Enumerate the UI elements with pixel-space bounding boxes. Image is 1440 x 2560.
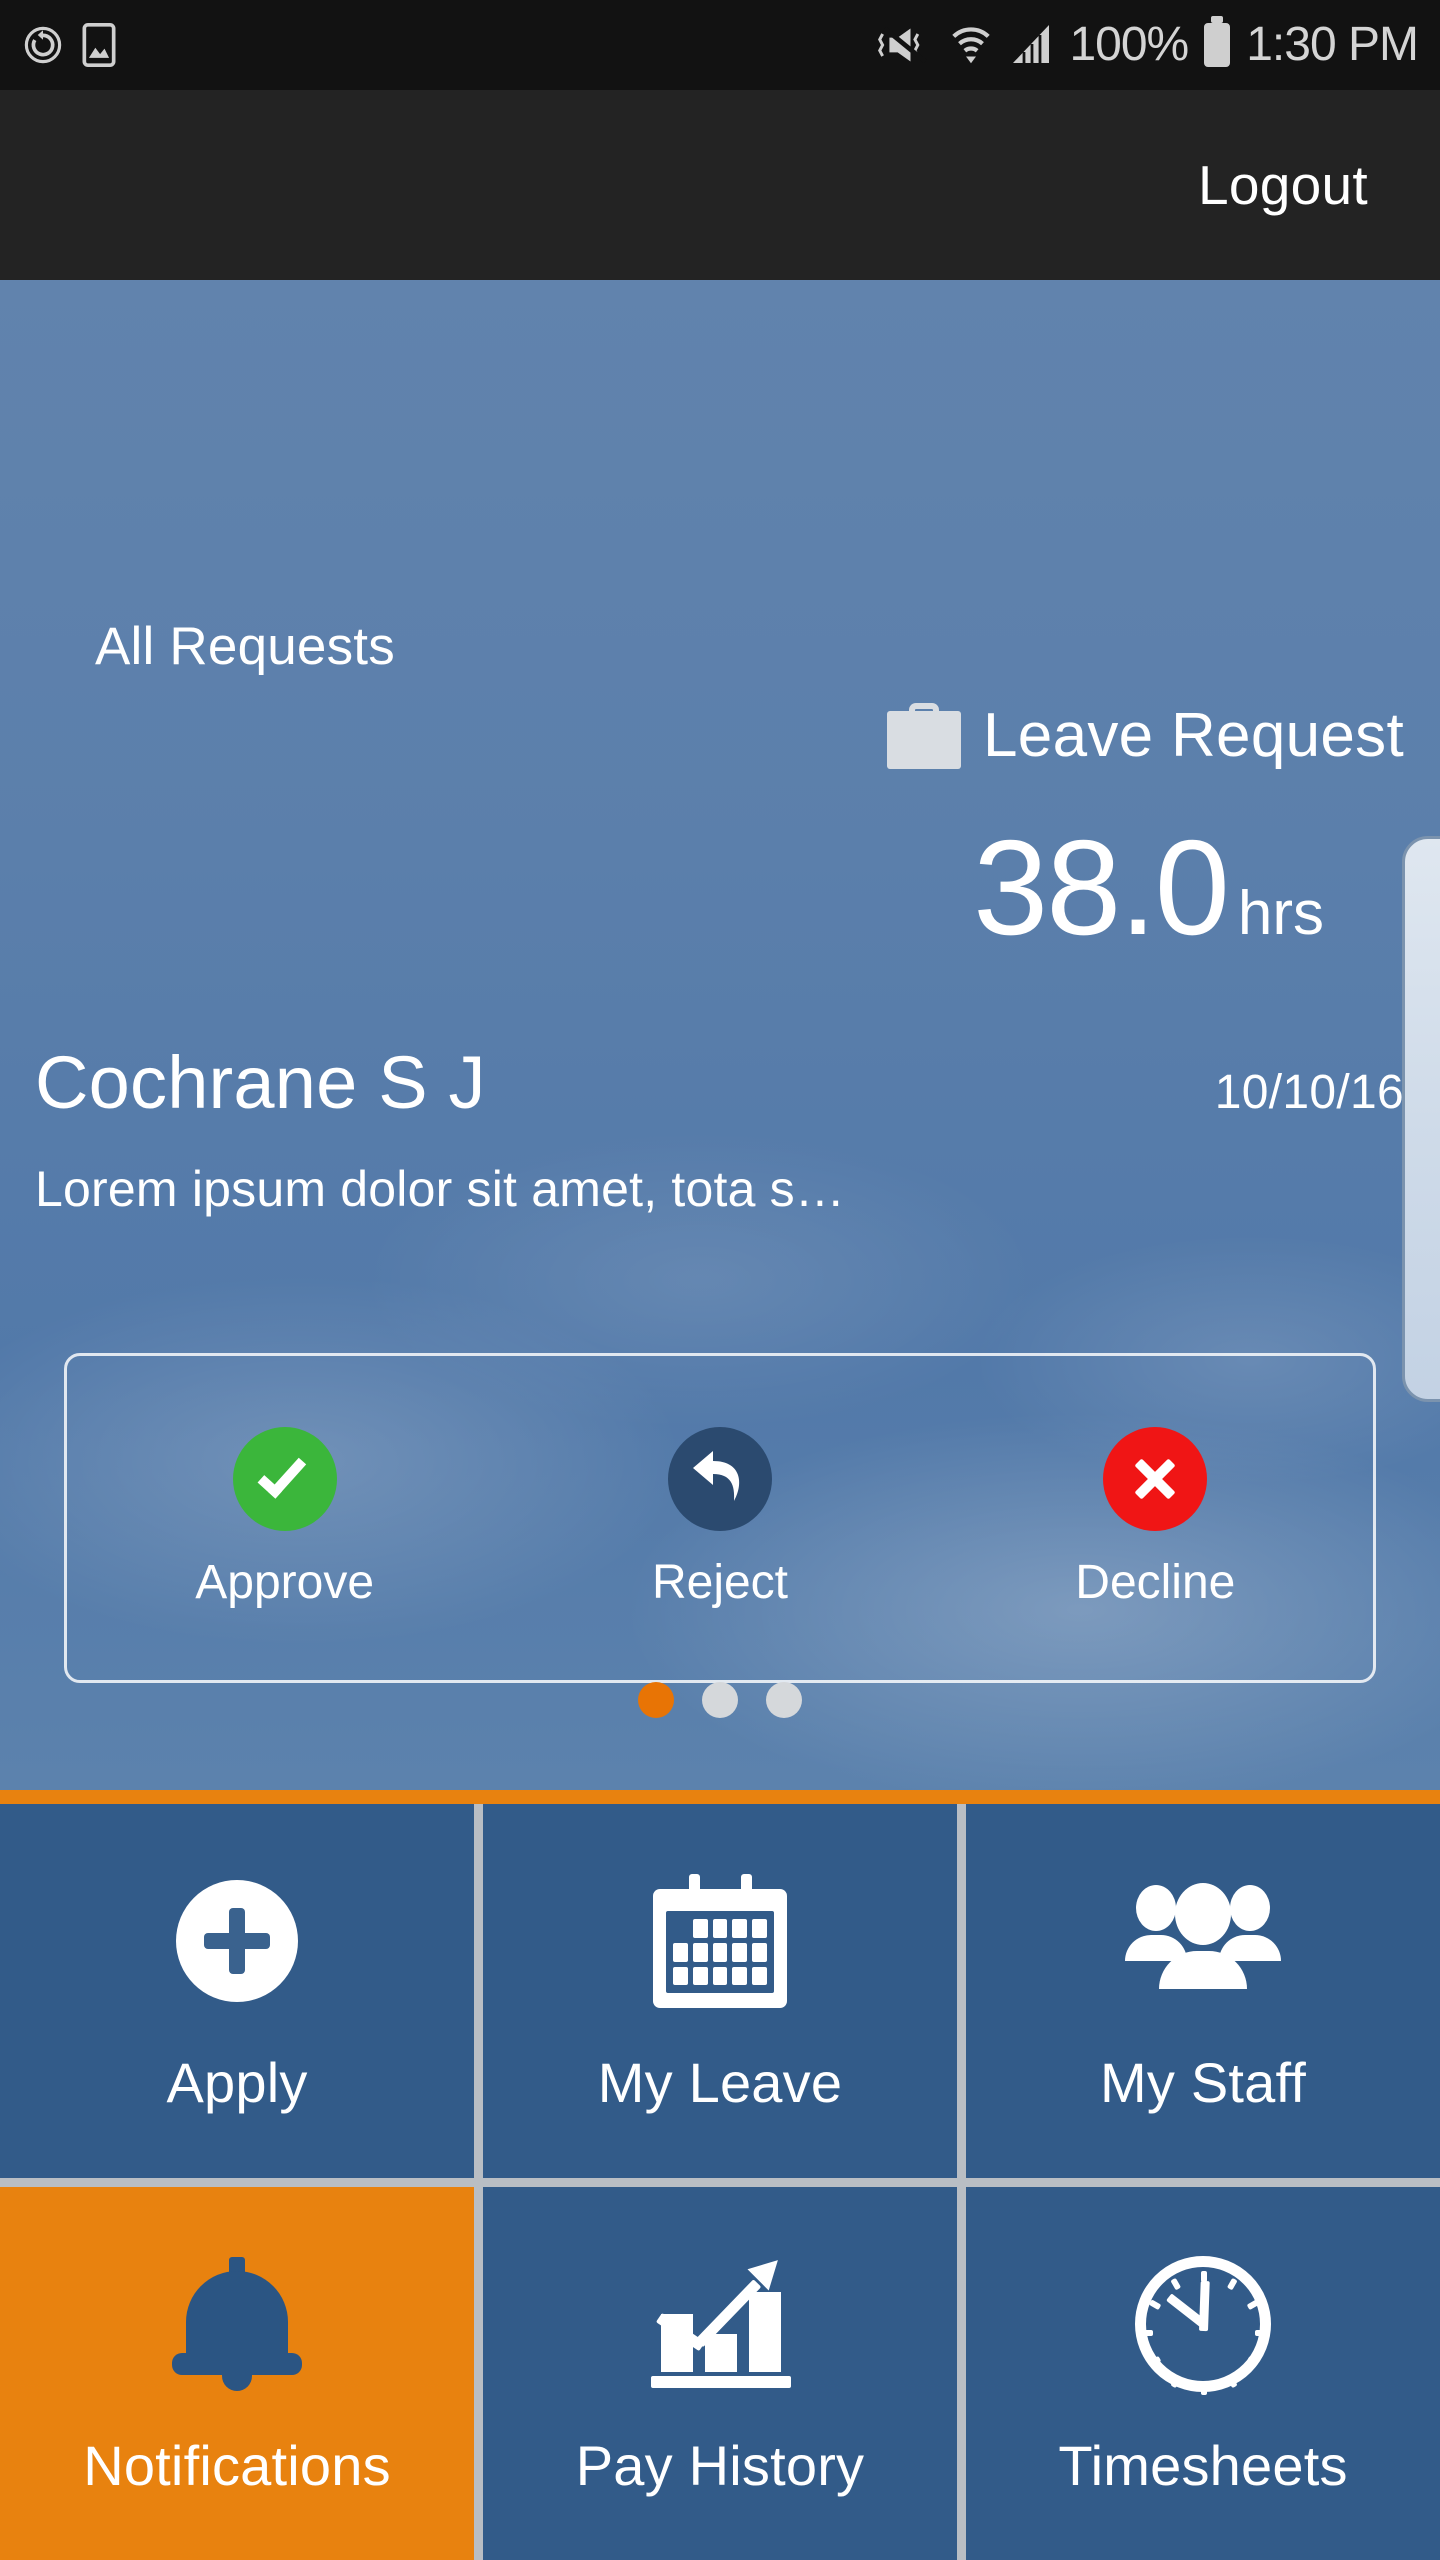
calendar-icon: [653, 1866, 787, 2016]
clock-tick: [1148, 2299, 1162, 2310]
clock-tick: [1148, 2355, 1162, 2367]
tile-notifications[interactable]: Notifications: [0, 2186, 474, 2560]
decline-button[interactable]: Decline: [938, 1426, 1373, 1610]
tile-timesheets[interactable]: Timesheets: [966, 2186, 1440, 2560]
pager-dot-1[interactable]: [638, 1682, 674, 1718]
tile-my-staff[interactable]: My Staff: [966, 1804, 1440, 2178]
reject-button[interactable]: Reject: [502, 1426, 937, 1610]
approve-label: Approve: [195, 1555, 375, 1609]
plus-circle-icon: [176, 1866, 298, 2016]
status-bar-right-icons: 100% 1:30 PM: [877, 18, 1419, 71]
reject-label: Reject: [651, 1555, 789, 1609]
status-bar: 100% 1:30 PM: [0, 0, 1440, 90]
clock-tick: [1170, 2277, 1182, 2291]
action-panel: Approve Reject Decline: [64, 1353, 1376, 1683]
battery-percent-label: 100%: [1069, 18, 1189, 71]
hours-row: 38.0 hrs: [0, 820, 1440, 955]
request-description: Lorem ipsum dolor sit amet, tota s…: [35, 1161, 846, 1217]
pager-dot-2[interactable]: [702, 1682, 738, 1718]
employee-row: Cochrane S J 10/10/16: [0, 1040, 1440, 1125]
battery-icon: [1204, 23, 1231, 67]
clock-label: 1:30 PM: [1246, 18, 1419, 71]
carousel-pager[interactable]: [0, 1682, 1440, 1718]
request-type-label: Leave Request: [983, 701, 1404, 770]
screenshot-icon: [82, 23, 116, 67]
menu-tile-grid: Apply My Leave My Staff Notifications Pa…: [0, 1790, 1440, 2560]
clock-tick: [1170, 2375, 1182, 2388]
clock-tick: [1226, 2375, 1238, 2388]
clock-tick: [1226, 2277, 1238, 2291]
tile-pay-history-label: Pay History: [575, 2433, 865, 2497]
employee-name: Cochrane S J: [35, 1041, 486, 1124]
clock-tick: [1246, 2299, 1260, 2310]
tile-pay-history[interactable]: Pay History: [483, 2186, 957, 2560]
wifi-icon: [949, 22, 993, 68]
clock-icon: [1135, 2249, 1271, 2399]
bar-chart-trend-icon: [645, 2249, 795, 2399]
clock-tick: [1201, 2383, 1207, 2395]
tile-notifications-label: Notifications: [83, 2433, 391, 2497]
signal-icon: [1009, 23, 1053, 67]
undo-arrow-icon: [667, 1426, 772, 1531]
close-x-icon: [1103, 1426, 1208, 1531]
vibrate-mute-icon: [877, 23, 933, 67]
tile-my-staff-label: My Staff: [1100, 2051, 1306, 2115]
briefcase-icon: [887, 702, 962, 769]
tile-apply-label: Apply: [166, 2051, 308, 2115]
clock-tick: [1201, 2270, 1207, 2282]
all-requests-label[interactable]: All Requests: [95, 616, 395, 677]
request-carousel[interactable]: All Requests Leave Request 38.0 hrs Coch…: [0, 280, 1440, 1790]
sync-icon: [22, 24, 64, 66]
people-group-icon: [1125, 1866, 1281, 2016]
tile-my-leave-label: My Leave: [597, 2051, 843, 2115]
phone-screen: 100% 1:30 PM Logout All Requests Leave R…: [0, 0, 1440, 2560]
tile-my-leave[interactable]: My Leave: [483, 1804, 957, 2178]
decline-label: Decline: [1075, 1555, 1236, 1609]
clock-tick: [1246, 2355, 1260, 2367]
tile-timesheets-label: Timesheets: [1058, 2433, 1348, 2497]
approve-button[interactable]: Approve: [67, 1426, 502, 1610]
pager-dot-3[interactable]: [766, 1682, 802, 1718]
tile-apply[interactable]: Apply: [0, 1804, 474, 2178]
request-type-row: Leave Request: [0, 700, 1440, 771]
hours-unit-label: hrs: [1237, 879, 1324, 948]
bell-icon: [172, 2249, 302, 2399]
logout-button[interactable]: Logout: [1198, 153, 1368, 217]
clock-tick: [1142, 2329, 1153, 2336]
status-bar-left-icons: [22, 23, 116, 67]
clock-tick: [1255, 2329, 1266, 2336]
app-bar: Logout: [0, 90, 1440, 280]
hours-value: 38.0: [973, 812, 1230, 963]
request-date: 10/10/16: [1214, 1066, 1404, 1119]
check-icon: [232, 1426, 337, 1531]
